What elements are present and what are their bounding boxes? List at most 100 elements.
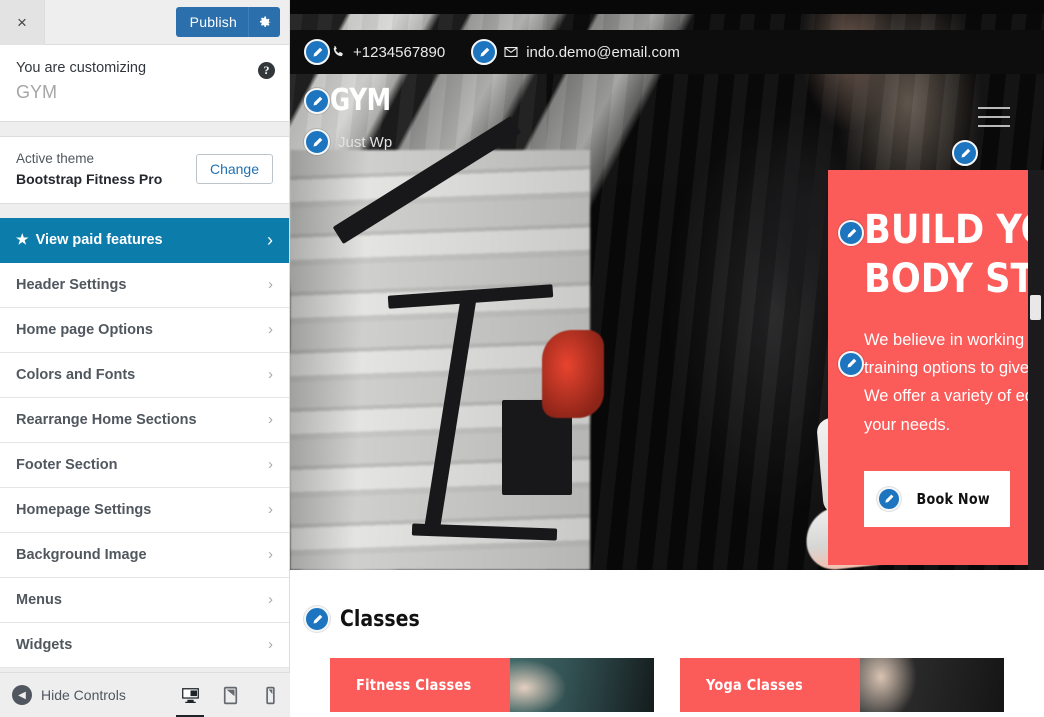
device-tablet-button[interactable] [210,673,250,717]
site-brand-title[interactable]: GYM [330,86,391,116]
sidebar-item-label: Header Settings [16,276,127,293]
site-tagline: Just Wp [338,133,393,151]
help-icon[interactable]: ? [258,62,275,79]
customizer-section-list: ★ View paid features › Header Settings ›… [0,217,289,668]
sidebar-item-homepage-settings[interactable]: Homepage Settings › [0,488,289,533]
sidebar-item-label: Homepage Settings [16,501,152,518]
class-card-label: Fitness Classes [356,676,472,694]
class-card-yoga[interactable]: Yoga Classes [680,658,1004,712]
sidebar-divider-top [0,122,289,136]
hamburger-menu-icon[interactable] [978,107,1010,134]
brand-row: GYM [304,86,404,116]
gear-icon[interactable] [248,7,280,37]
hero-bg-equipment [332,115,582,570]
tablet-icon [223,686,237,704]
edit-classes-title-pencil-icon[interactable] [304,606,330,632]
chevron-right-icon: › [268,366,273,384]
contact-phone[interactable]: +1234567890 [330,44,445,61]
sidebar-item-label: Rearrange Home Sections [16,411,197,428]
book-now-button[interactable]: Book Now [864,471,1010,528]
preview-scrollbar-track[interactable] [1028,170,1044,570]
hero-content-panel: Build Your Body Strong We believe in wor… [828,170,1044,565]
chevron-right-icon: › [268,501,273,519]
sidebar-item-label: Menus [16,591,62,608]
chevron-right-icon: › [268,591,273,609]
star-icon: ★ [16,231,29,248]
active-theme-text: Active theme Bootstrap Fitness Pro [16,149,162,189]
edit-hero-paragraph-pencil-icon[interactable] [838,350,864,377]
sidebar-item-background-image[interactable]: Background Image › [0,533,289,578]
chevron-right-icon: › [268,456,273,474]
class-card-ribbon: Yoga Classes [680,658,860,712]
sidebar-divider-bottom [0,203,289,218]
classes-heading-row: Classes [304,606,1004,632]
brand-block: GYM Just Wp [304,86,404,155]
classes-section: Classes Fitness Classes Yoga Classes [290,570,1044,717]
sidebar-item-view-paid-features[interactable]: ★ View paid features › [0,217,289,263]
device-desktop-button[interactable] [170,673,210,717]
class-card-fitness[interactable]: Fitness Classes [330,658,654,712]
close-customizer-button[interactable]: × [0,0,45,45]
site-title: GYM [16,82,58,102]
publish-area: Publish [175,0,289,44]
preview-top-strip [290,0,1044,14]
customizer-sidebar: × Publish You are customizing GYM ? Acti… [0,0,290,717]
book-now-label: Book Now [916,490,991,509]
publish-button[interactable]: Publish [175,7,280,37]
edit-hero-heading-pencil-icon[interactable] [838,220,864,246]
customizing-info: You are customizing GYM ? [0,45,289,122]
chevron-right-icon: › [268,321,273,339]
collapse-arrow-icon: ◀ [12,685,32,705]
active-theme-panel: Active theme Bootstrap Fitness Pro Chang… [0,136,289,204]
change-theme-button[interactable]: Change [195,153,273,184]
sidebar-item-menus[interactable]: Menus › [0,578,289,623]
customizer-screen: × Publish You are customizing GYM ? Acti… [0,0,1044,717]
preview-scrollbar-thumb[interactable] [1030,295,1041,320]
customizer-footer: ◀ Hide Controls [0,672,290,717]
customizer-topbar: × Publish [0,0,289,45]
phone-number: +1234567890 [353,43,446,61]
classes-title: Classes [340,606,420,632]
chevron-right-icon: › [268,546,273,564]
hide-controls-button[interactable]: ◀ Hide Controls [12,685,170,705]
device-mobile-button[interactable] [250,673,290,717]
class-card-label: Yoga Classes [706,676,803,694]
email-address: indo.demo@email.com [526,43,680,61]
active-theme-label: Active theme [16,151,95,166]
edit-phone-pencil-icon[interactable] [304,39,330,65]
classes-card-list: Fitness Classes Yoga Classes [304,658,1004,712]
sidebar-item-label: Background Image [16,546,147,563]
active-theme-name: Bootstrap Fitness Pro [16,170,163,187]
sidebar-item-colors-and-fonts[interactable]: Colors and Fonts › [0,353,289,398]
chevron-right-icon: › [268,636,273,654]
publish-label: Publish [189,14,237,30]
edit-cta-pencil-icon[interactable] [877,487,902,512]
sidebar-item-label: Colors and Fonts [16,366,136,383]
close-icon: × [17,13,27,32]
top-contact-bar: +1234567890 indo.demo@email.com [290,30,1044,74]
chevron-right-icon: › [267,229,273,250]
site-navbar: GYM Just Wp [290,74,1044,170]
tagline-row: Just Wp [304,129,404,155]
sidebar-item-rearrange-home-sections[interactable]: Rearrange Home Sections › [0,398,289,443]
hero-section: +1234567890 indo.demo@email.com GYM Just… [290,0,1044,570]
edit-brand-pencil-icon[interactable] [304,88,330,114]
edit-email-pencil-icon[interactable] [471,39,498,65]
hero-heading: Build Your Body Strong [864,207,1044,302]
customizing-label: You are customizing [16,60,147,76]
mobile-icon [265,686,275,704]
site-preview-frame[interactable]: +1234567890 indo.demo@email.com GYM Just… [290,0,1044,717]
contact-email[interactable]: indo.demo@email.com [503,44,680,61]
sidebar-item-label: View paid features [35,231,163,248]
sidebar-item-header-settings[interactable]: Header Settings › [0,263,289,308]
class-card-ribbon: Fitness Classes [330,658,510,712]
edit-tagline-pencil-icon[interactable] [304,129,330,155]
desktop-icon [181,687,199,703]
sidebar-item-home-page-options[interactable]: Home page Options › [0,308,289,353]
sidebar-item-widgets[interactable]: Widgets › [0,623,289,668]
edit-menu-pencil-icon[interactable] [952,140,978,166]
phone-icon [330,44,346,60]
sidebar-item-footer-section[interactable]: Footer Section › [0,443,289,488]
envelope-icon [503,44,519,60]
